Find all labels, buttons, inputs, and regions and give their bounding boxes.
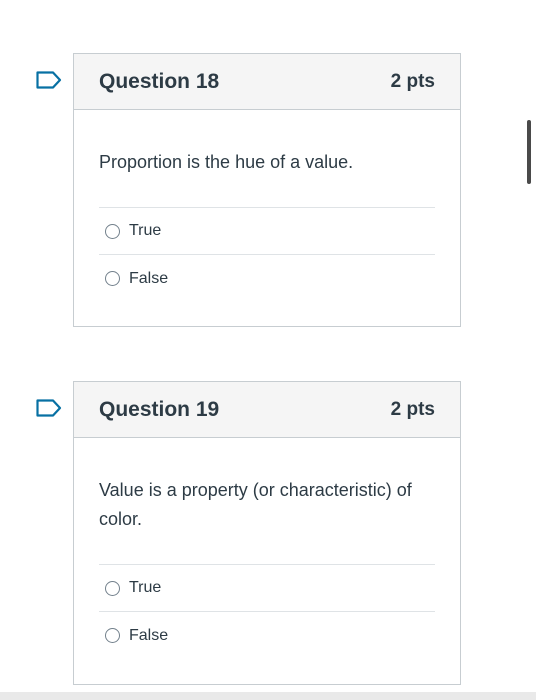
question-19-header: Question 19 2 pts: [74, 382, 460, 438]
page-bottom-edge: [0, 692, 536, 700]
answer-option-false[interactable]: False: [99, 255, 435, 302]
answer-label: True: [129, 579, 162, 596]
question-19-body: Value is a property (or characteristic) …: [74, 438, 460, 659]
answer-list: True False: [99, 207, 435, 302]
answer-label: False: [129, 626, 169, 644]
flag-question-18-icon[interactable]: [36, 71, 62, 89]
question-19-card: Question 19 2 pts Value is a property (o…: [73, 381, 461, 685]
quiz-page: { "questions": [ { "title": "Question 18…: [0, 0, 536, 700]
radio-button[interactable]: [105, 271, 120, 286]
question-points: 2 pts: [390, 398, 435, 420]
radio-button[interactable]: [105, 628, 120, 643]
answer-option-false[interactable]: False: [99, 612, 435, 659]
question-18-card: Question 18 2 pts Proportion is the hue …: [73, 53, 461, 327]
question-prompt: Value is a property (or characteristic) …: [99, 480, 412, 529]
radio-button[interactable]: [105, 223, 120, 239]
question-18-header: Question 18 2 pts: [74, 54, 460, 110]
answer-list: True False: [99, 564, 435, 659]
answer-label: False: [129, 269, 169, 287]
question-prompt: Proportion is the hue of a value.: [99, 152, 354, 172]
radio-button[interactable]: [105, 580, 120, 596]
flag-question-19-icon[interactable]: [36, 399, 62, 417]
question-18-body: Proportion is the hue of a value. True F…: [74, 110, 460, 302]
scrollbar-thumb[interactable]: [527, 120, 531, 184]
question-title: Question 18: [99, 69, 220, 93]
answer-option-true[interactable]: True: [99, 208, 435, 255]
question-title: Question 19: [99, 397, 220, 421]
answer-option-true[interactable]: True: [99, 565, 435, 612]
question-points: 2 pts: [390, 70, 435, 92]
answer-label: True: [129, 222, 162, 239]
